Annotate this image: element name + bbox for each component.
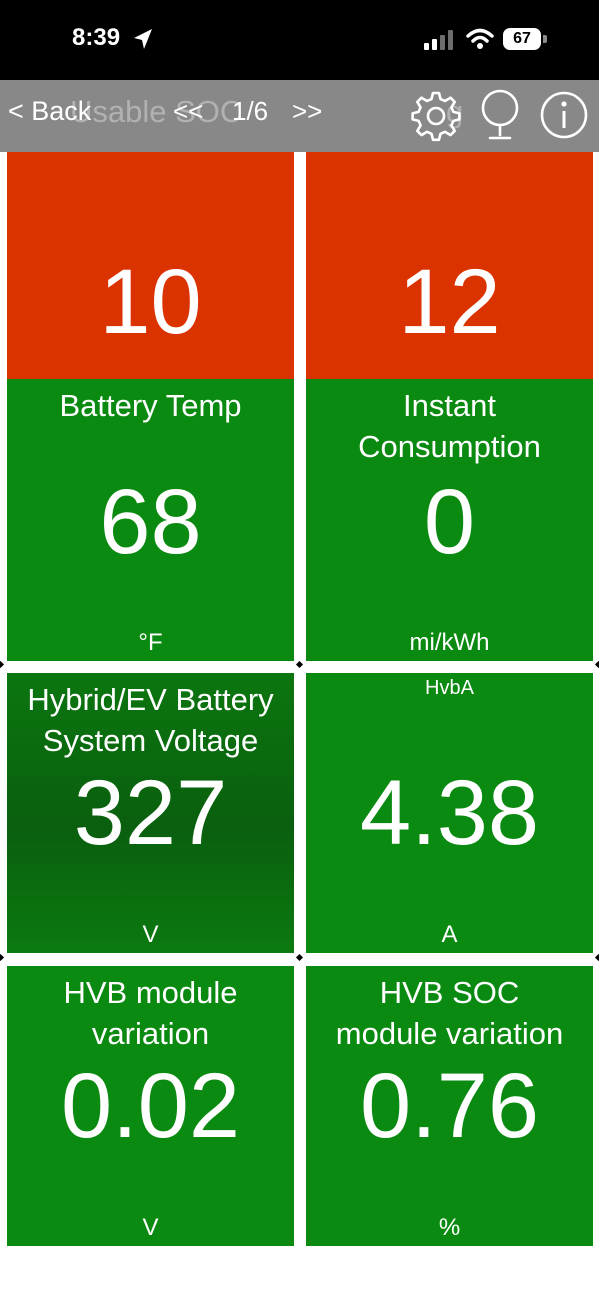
status-bar: 8:39 67 bbox=[0, 0, 599, 80]
gauge-tile-hvb-soc-module-variation[interactable]: HVB SOC module variation 0.76 % bbox=[306, 966, 593, 1246]
next-page-button[interactable]: >> bbox=[292, 96, 322, 127]
status-time: 8:39 bbox=[72, 24, 121, 51]
gauge-unit: V bbox=[142, 921, 159, 948]
gauge-unit: mi/kWh bbox=[409, 629, 490, 656]
top-toolbar: Usable SOC g < Back << 1/6 >> bbox=[0, 80, 599, 152]
gauge-tile-battery-temp[interactable]: Battery Temp 68 °F bbox=[7, 379, 294, 661]
gauge-value: 0.02 bbox=[60, 1055, 241, 1157]
wifi-icon bbox=[466, 28, 494, 49]
battery-level: 67 bbox=[503, 28, 541, 50]
gauge-unit: % bbox=[438, 1214, 461, 1241]
info-icon[interactable] bbox=[539, 90, 589, 140]
gauge-unit: A bbox=[441, 921, 458, 948]
gauge-tile-battery-voltage[interactable]: Hybrid/EV Battery System Voltage 327 V bbox=[7, 673, 294, 953]
gauge-unit: V bbox=[142, 1214, 159, 1241]
gauge-value: 0.76 bbox=[359, 1055, 540, 1157]
battery-icon: 67 bbox=[503, 28, 547, 50]
grid-marker bbox=[295, 660, 304, 669]
cellular-signal-icon bbox=[424, 30, 453, 50]
gauge-title: HvbA bbox=[425, 677, 474, 699]
gauge-value: 4.38 bbox=[359, 762, 540, 864]
gauge-title: Instant Consumption bbox=[358, 388, 541, 464]
gauge-value: 12 bbox=[398, 251, 501, 353]
gauge-value: 327 bbox=[73, 762, 228, 864]
grid-marker bbox=[0, 953, 5, 962]
gauge-tile-hvb-module-variation[interactable]: HVB module variation 0.02 V bbox=[7, 966, 294, 1246]
gauge-grid: 10 % 12 kWh Battery Temp 68 °F Instant C… bbox=[0, 80, 599, 1300]
gauge-title: Battery Temp bbox=[59, 388, 242, 423]
gauge-tile-instant-consumption[interactable]: Instant Consumption 0 mi/kWh bbox=[306, 379, 593, 661]
previous-page-button[interactable]: << bbox=[173, 96, 203, 127]
grid-marker bbox=[594, 660, 599, 669]
grid-marker bbox=[295, 953, 304, 962]
location-arrow-icon bbox=[134, 29, 152, 49]
gauge-title: HVB SOC module variation bbox=[335, 975, 564, 1051]
page-indicator: 1/6 bbox=[232, 96, 269, 126]
gear-icon[interactable] bbox=[410, 90, 462, 142]
microphone-icon[interactable] bbox=[477, 88, 523, 144]
gauge-title: Hybrid/EV Battery System Voltage bbox=[27, 682, 274, 758]
grid-marker bbox=[0, 660, 5, 669]
gauge-value: 68 bbox=[99, 471, 202, 573]
gauge-tile-hvba[interactable]: HvbA 4.38 A bbox=[306, 673, 593, 953]
back-button[interactable]: < Back bbox=[8, 96, 91, 127]
grid-marker bbox=[594, 953, 599, 962]
gauge-title: HVB module variation bbox=[63, 975, 238, 1051]
background-gauge-title: Usable SOC bbox=[70, 94, 243, 129]
gauge-unit: °F bbox=[138, 629, 163, 656]
gauge-value: 10 bbox=[99, 251, 202, 353]
gauge-value: 0 bbox=[423, 471, 476, 573]
